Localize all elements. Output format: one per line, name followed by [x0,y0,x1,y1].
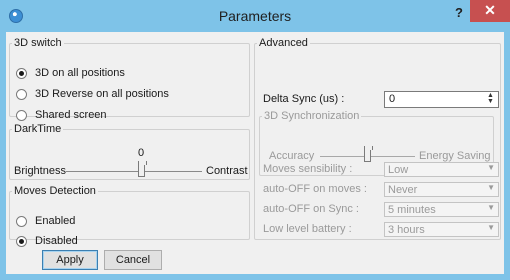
radio-button[interactable] [16,109,27,121]
radio-button-checked[interactable] [16,235,27,247]
radio-label: 3D on all positions [35,67,125,79]
chevron-down-icon[interactable]: ▼ [487,163,495,172]
auto-off-sync-value: 5 minutes [388,204,436,216]
group-moves-detection-legend: Moves Detection [14,185,96,197]
dialog-body: 3D switch 3D on all positions 3D Reverse… [6,32,504,274]
brightness-label: Brightness [14,165,66,177]
auto-off-moves-select[interactable]: Never ▼ [384,182,499,197]
radio-enabled[interactable]: Enabled [16,214,75,228]
delta-sync-value[interactable]: 0 [389,93,395,105]
delta-sync-spinbox[interactable]: 0 ▲ ▼ [384,91,499,108]
title-bar[interactable]: Parameters ? ✕ [0,0,510,32]
apply-button[interactable]: Apply [42,250,98,270]
group-3d-sync-legend: 3D Synchronization [264,110,360,122]
group-advanced-legend: Advanced [259,37,308,49]
close-button[interactable]: ✕ [470,0,510,22]
radio-label: Disabled [35,235,78,247]
sync-slider-thumb[interactable] [364,146,373,162]
delta-sync-label: Delta Sync (us) : [263,93,345,105]
radio-3d-reverse[interactable]: 3D Reverse on all positions [16,87,169,101]
moves-sensibility-value: Low [388,164,409,176]
radio-label: Shared screen [35,109,107,121]
cancel-button[interactable]: Cancel [104,250,162,270]
radio-button-checked[interactable] [16,67,27,79]
radio-label: Enabled [35,215,76,227]
parameters-window: Parameters ? ✕ 3D switch 3D on all posit… [0,0,510,280]
auto-off-moves-value: Never [388,184,418,196]
low-battery-select[interactable]: 3 hours ▼ [384,222,499,237]
auto-off-moves-label: auto-OFF on moves : [263,183,367,195]
accuracy-label: Accuracy [269,150,315,162]
auto-off-sync-select[interactable]: 5 minutes ▼ [384,202,499,217]
chevron-down-icon[interactable]: ▼ [487,203,495,212]
darktime-slider-track[interactable] [66,171,202,172]
contrast-label: Contrast [206,165,248,177]
window-title: Parameters [218,8,292,24]
spin-arrows-icon[interactable]: ▲ ▼ [485,92,496,106]
group-darktime: DarkTime 0 Brightness Contrast [9,123,250,180]
group-3d-switch-legend: 3D switch [14,37,62,49]
chevron-down-icon[interactable]: ▼ [487,183,495,192]
radio-disabled[interactable]: Disabled [16,234,78,248]
radio-label: 3D Reverse on all positions [35,88,169,100]
help-button[interactable]: ? [452,5,466,23]
close-icon: ✕ [484,2,496,18]
radio-button[interactable] [16,88,27,100]
group-3d-switch: 3D switch 3D on all positions 3D Reverse… [9,37,250,121]
energy-saving-label: Energy Saving [419,150,491,162]
low-battery-label: Low level battery : [263,223,352,235]
group-moves-detection: Moves Detection Enabled Disabled [9,185,250,247]
radio-button[interactable] [16,215,27,227]
moves-sensibility-label: Moves sensibility : [263,163,353,175]
low-battery-value: 3 hours [388,224,425,236]
auto-off-sync-label: auto-OFF on Sync : [263,203,359,215]
radio-shared-screen[interactable]: Shared screen [16,108,107,122]
darktime-value: 0 [138,147,145,159]
group-darktime-legend: DarkTime [14,123,62,135]
moves-sensibility-select[interactable]: Low ▼ [384,162,499,177]
radio-3d-all-positions[interactable]: 3D on all positions [16,66,125,80]
chevron-down-icon[interactable]: ▼ [487,223,495,232]
darktime-slider-thumb[interactable] [138,161,147,177]
